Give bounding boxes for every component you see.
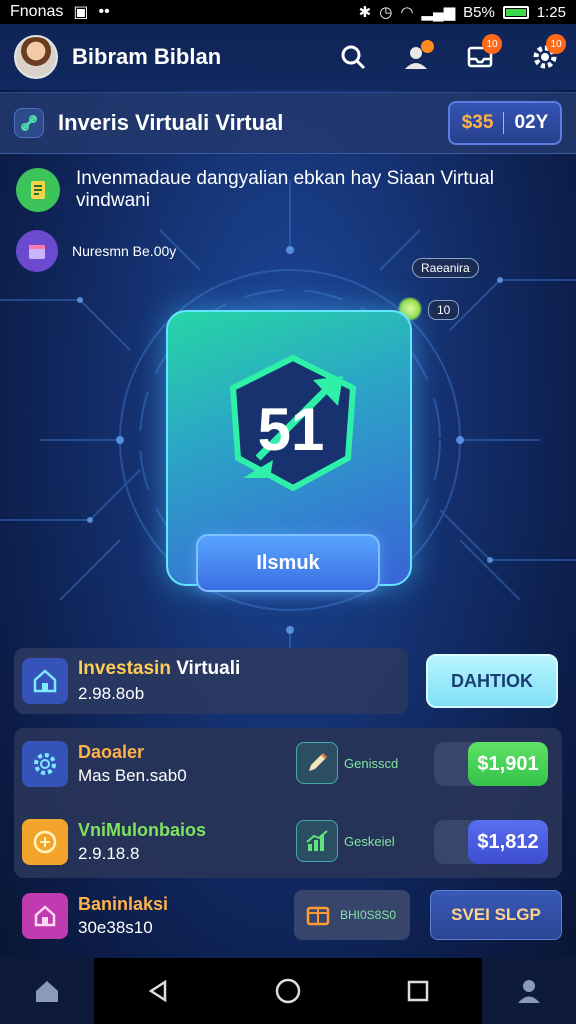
shop-icon [22,893,68,939]
bottom-mini[interactable]: BHI0S8S0 [294,890,410,940]
stat-2-mini-label: Geskeiel [344,833,395,849]
invest-title-highlight: Investasin [78,658,171,679]
search-icon [341,45,366,70]
info-sub-row: Nuresmn Be.00y [16,230,176,272]
more-icon: •• [98,3,110,20]
stat-1-mini-label: Genisscd [344,755,399,771]
hero-logo-text: 51 [258,396,325,463]
battery-percent: B5% [463,3,495,21]
profile-icon [518,980,540,1003]
tag-chip[interactable]: Raeanira [412,258,479,278]
settings-button[interactable]: 10 [528,34,566,74]
balance-value: $35 [461,112,494,133]
alarm-icon: ◷ [379,4,393,21]
page-title: Inveris Virtuali Virtual [58,110,284,135]
balance-period: 02Y [514,112,549,133]
avatar[interactable] [14,35,58,79]
box-icon [306,906,330,926]
info-headline-row: Invenmadaue dangyalian ebkan hay Siaan V… [16,168,560,212]
inbox-button[interactable]: 10 [464,34,502,74]
home-icon [36,981,58,1002]
settings-badge: 10 [546,34,566,54]
stats-panel: Daoaler Mas Ben.sab0 Genisscd $1,901 Vni… [14,728,562,878]
stat-row-2[interactable]: VniMulonbaios 2.9.18.8 Geskeiel $1,812 [14,812,562,872]
info-headline: Invenmadaue dangyalian ebkan hay Siaan V… [76,168,494,211]
nav-home-tab[interactable] [0,958,94,1024]
stat-1-title: Daoaler [78,742,145,762]
calendar-icon [16,230,58,272]
back-icon[interactable] [145,978,171,1004]
app-header: Bibram Biblan 10 10 [0,24,576,90]
invest-title-rest: Virtuali [170,658,241,679]
stat-2-button[interactable]: $1,812 [468,820,548,864]
info-sub: Nuresmn Be.00y [72,243,177,259]
stat-1-button[interactable]: $1,901 [468,742,548,786]
bottom-title: Baninlaksi [78,894,169,914]
count-chip: 10 [428,300,460,320]
status-time: 1:25 [536,3,566,21]
invest-value: 2.98.8ob [78,684,145,703]
home-circle-icon[interactable] [274,977,302,1005]
stat-1-mini: Genisscd [296,742,398,784]
user-name: Bibram Biblan [72,44,222,69]
gallery-icon: ▣ [73,4,89,21]
inbox-badge: 10 [482,34,502,54]
invest-action-button[interactable]: DAHTIOK [426,654,558,708]
navigation-bar [0,958,576,1024]
stat-1-value: Mas Ben.sab0 [78,766,187,785]
house-icon [22,658,68,704]
status-bar: Fnonas ▣ •• ✱ ◷ ◠ ▂▄▆ B5% 1:25 [0,0,576,24]
search-button[interactable] [336,40,370,74]
nav-profile-tab[interactable] [482,958,576,1024]
growth-shield-icon: 51 [229,354,357,492]
link-icon [14,108,44,138]
bluetooth-icon: ✱ [358,4,372,21]
signal-icon: ▂▄▆ [421,4,456,21]
bar-chart-icon [296,820,338,862]
stat-2-value: 2.9.18.8 [78,844,140,863]
title-bar: Inveris Virtuali Virtual $35 02Y [0,92,576,154]
invest-row[interactable]: Investasin Virtuali 2.98.8ob [14,648,408,714]
pencil-icon [296,742,338,784]
alert-dot [421,40,434,53]
hero-action-button[interactable]: Ilsmuk [196,534,380,592]
bottom-value: 30e38s10 [78,918,153,937]
coin-icon [22,819,68,865]
stat-row-1[interactable]: Daoaler Mas Ben.sab0 Genisscd $1,901 [14,734,562,794]
profile-alert-button[interactable] [400,40,434,74]
stat-2-mini: Geskeiel [296,820,395,862]
battery-icon [502,5,529,19]
bottom-action-button[interactable]: SVEI SLGP [430,890,562,940]
wifi-icon: ◠ [400,4,414,21]
document-icon [16,168,60,212]
bottom-row[interactable]: Baninlaksi 30e38s10 BHI0S8S0 SVEI SLGP [14,888,562,944]
bottom-mini-label: BHI0S8S0 [340,908,397,922]
gear-icon [22,741,68,787]
pill-divider [503,112,505,134]
status-app-label: Fnonas [10,3,64,20]
recents-icon[interactable] [405,978,431,1004]
stat-2-title: VniMulonbaios [78,820,206,840]
balance-pill[interactable]: $35 02Y [448,101,562,145]
